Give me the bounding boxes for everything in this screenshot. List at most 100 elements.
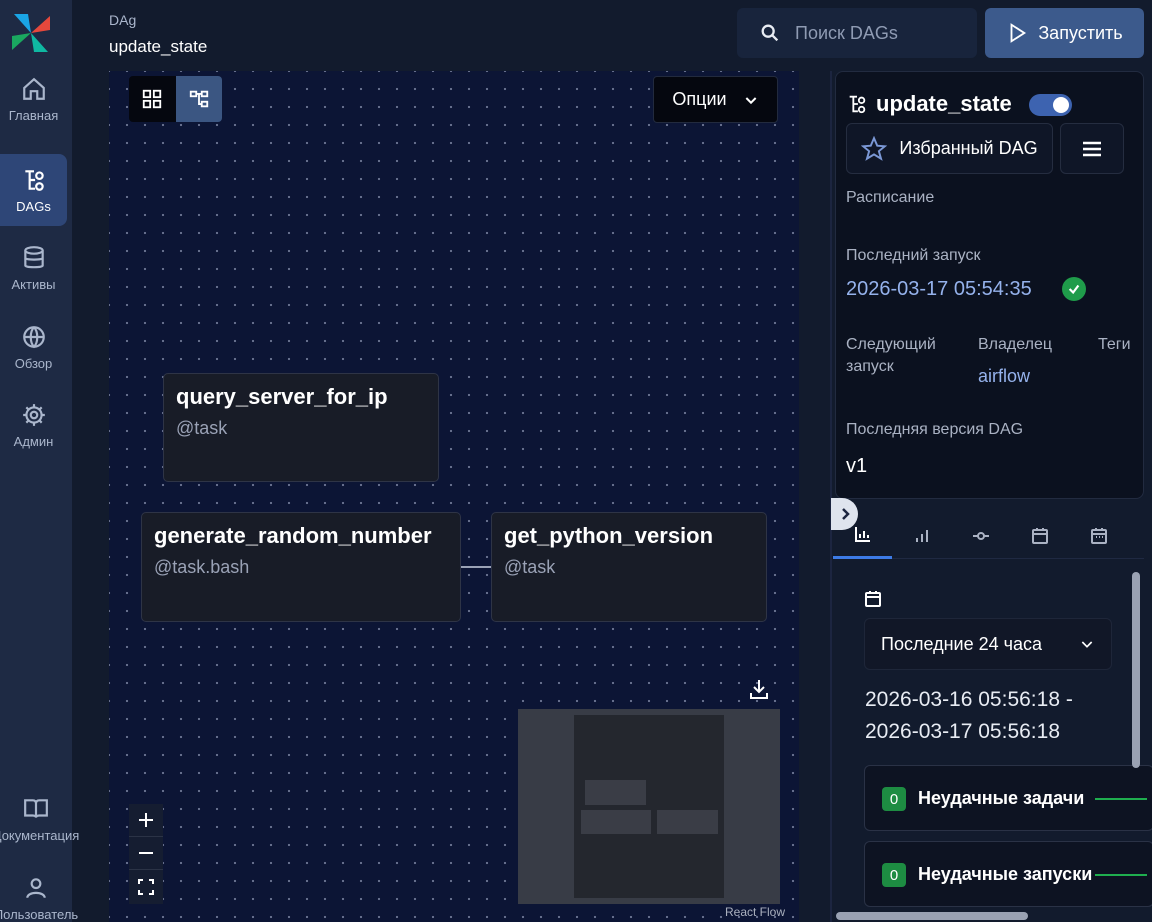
dag-details-card: update_state Избранный DAG Расписание По… xyxy=(835,71,1144,499)
tab-calendar-days[interactable] xyxy=(1069,512,1128,559)
airflow-logo[interactable] xyxy=(8,10,54,56)
dag-title: update_state xyxy=(876,91,1012,116)
bar-chart-icon xyxy=(854,527,870,542)
detail-tabs xyxy=(833,512,1144,559)
nav-browse[interactable]: Обзор xyxy=(0,311,67,383)
calendar-icon xyxy=(1031,527,1048,544)
nav-docs-label: Документация xyxy=(0,827,80,843)
nav-assets-label: Активы xyxy=(11,276,56,292)
next-run-label-line: Следующий xyxy=(846,336,936,353)
task-node-title: generate_random_number xyxy=(154,523,432,548)
sparkline xyxy=(1095,798,1147,800)
plus-icon xyxy=(139,813,153,827)
last-run-link[interactable]: 2026-03-17 05:54:35 xyxy=(846,278,1032,301)
tab-calendar[interactable] xyxy=(1010,512,1069,559)
search-button[interactable]: Поиск DAGs xyxy=(737,8,977,58)
schedule-label: Расписание xyxy=(846,189,935,206)
breadcrumb-title[interactable]: update_state xyxy=(109,37,207,57)
time-range-value: Последние 24 часа xyxy=(881,633,1042,654)
nav-user[interactable]: Пользователь xyxy=(0,862,78,922)
download-icon[interactable] xyxy=(749,678,769,700)
calendar-icon xyxy=(865,591,881,607)
horizontal-scrollbar[interactable] xyxy=(836,912,1028,920)
next-run-label-line: запуск xyxy=(846,358,894,376)
dag-pause-toggle[interactable] xyxy=(1029,94,1072,116)
search-icon xyxy=(761,24,779,42)
tab-overview[interactable] xyxy=(833,512,892,559)
nav-assets[interactable]: Активы xyxy=(0,232,67,304)
tags-label: Теги xyxy=(1098,336,1131,353)
columns-icon xyxy=(915,529,928,542)
stat-label: Неудачные задачи xyxy=(918,788,1085,808)
success-check-icon xyxy=(1062,277,1086,301)
task-node[interactable]: get_python_version @task xyxy=(491,512,767,622)
favorite-label: Избранный DAG xyxy=(899,138,1038,158)
star-icon xyxy=(861,135,888,161)
minus-icon xyxy=(139,852,153,854)
nav-dags[interactable]: DAGs xyxy=(0,154,67,226)
grid-view-button[interactable] xyxy=(129,76,176,122)
nav-home[interactable]: Главная xyxy=(0,63,67,135)
task-node-type: @task.bash xyxy=(154,557,250,577)
owner-label: Владелец xyxy=(978,336,1053,353)
hamburger-icon xyxy=(1083,141,1101,156)
fit-view-icon xyxy=(138,878,154,895)
favorite-button[interactable]: Избранный DAG xyxy=(846,123,1053,174)
graph-icon xyxy=(189,90,208,108)
tab-grid[interactable] xyxy=(892,512,951,559)
task-node[interactable]: query_server_for_ip @task xyxy=(163,373,439,482)
zoom-controls xyxy=(129,804,163,904)
task-node-type: @task xyxy=(176,418,228,438)
database-icon xyxy=(23,245,44,268)
run-button[interactable]: Запустить xyxy=(985,8,1144,58)
sparkline xyxy=(1095,874,1147,876)
panel-divider[interactable] xyxy=(830,71,832,922)
minimap-node xyxy=(585,780,646,805)
minimap-node xyxy=(581,810,651,834)
dags-icon xyxy=(24,169,44,191)
failed-tasks-card[interactable]: 0 Неудачные задачи xyxy=(864,765,1152,831)
version-label: Последняя версия DAG xyxy=(846,421,1024,438)
task-node-type: @task xyxy=(504,557,556,577)
count-badge: 0 xyxy=(882,787,906,811)
minimap[interactable] xyxy=(518,709,780,904)
options-label: Опции xyxy=(672,89,727,109)
play-icon xyxy=(1010,23,1027,43)
chevron-down-icon xyxy=(745,96,756,104)
next-run-label: Следующий запуск xyxy=(846,334,936,379)
globe-icon xyxy=(22,325,45,348)
breadcrumb-label: DAg xyxy=(109,12,137,28)
zoom-in-button[interactable] xyxy=(129,804,163,837)
minimap-node xyxy=(657,810,718,834)
graph-canvas[interactable]: Опции query_server_for_ip @task generate… xyxy=(109,71,799,922)
time-range-text: 2026-03-16 05:56:18 - 2026-03-17 05:56:1… xyxy=(865,684,1073,748)
nav-admin[interactable]: Админ xyxy=(0,389,67,461)
failed-runs-card[interactable]: 0 Неудачные запуски xyxy=(864,841,1152,907)
zoom-out-button[interactable] xyxy=(129,837,163,870)
graph-edge xyxy=(461,566,491,568)
nav-home-label: Главная xyxy=(8,107,59,123)
task-node-title: get_python_version xyxy=(504,523,714,548)
tab-graph[interactable] xyxy=(951,512,1010,559)
nav-admin-label: Админ xyxy=(13,433,54,449)
search-placeholder: Поиск DAGs xyxy=(795,22,898,43)
nav-docs[interactable]: Документация xyxy=(0,783,79,855)
book-icon xyxy=(24,798,48,818)
vertical-scrollbar[interactable] xyxy=(1132,572,1140,768)
home-icon xyxy=(22,77,45,100)
react-flow-attribution[interactable]: React Flow xyxy=(725,905,785,919)
menu-button[interactable] xyxy=(1060,123,1124,174)
nav-browse-label: Обзор xyxy=(14,355,53,371)
nav-dags-label: DAGs xyxy=(16,198,51,214)
owner-link[interactable]: airflow xyxy=(978,366,1030,387)
time-range-select[interactable]: Последние 24 часа xyxy=(864,618,1112,670)
options-button[interactable]: Опции xyxy=(653,76,778,123)
nav-user-label: Пользователь xyxy=(0,906,79,922)
fit-view-button[interactable] xyxy=(129,870,163,903)
minimap-viewport xyxy=(574,715,724,898)
version-value: v1 xyxy=(846,455,868,477)
task-node[interactable]: generate_random_number @task.bash xyxy=(141,512,461,622)
graph-view-button[interactable] xyxy=(175,76,222,122)
sidebar: Главная DAGs Активы Обзор Админ Документ… xyxy=(0,0,79,922)
commit-icon xyxy=(972,531,989,540)
